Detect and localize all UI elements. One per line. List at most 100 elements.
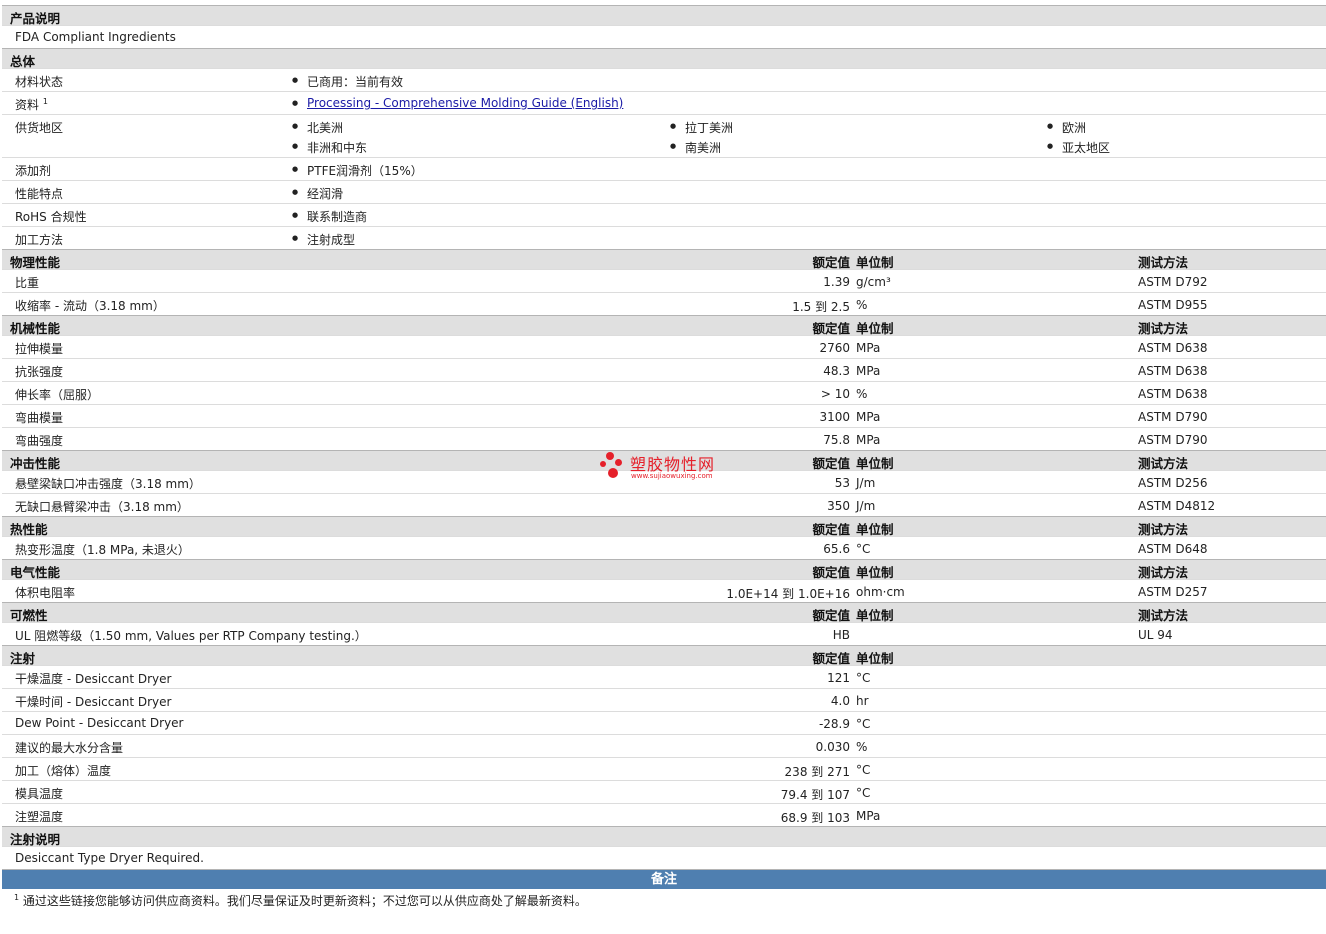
property-label: 热变形温度（1.8 MPa, 未退火） <box>15 543 190 557</box>
section-general: 总体 <box>2 48 1326 69</box>
property-unit: MPa <box>856 809 881 823</box>
property-unit: °C <box>856 542 871 556</box>
property-label: 干燥时间 - Desiccant Dryer <box>15 695 172 709</box>
property-value: 68.9 到 103 <box>780 811 850 825</box>
row-label: 资料 1 <box>15 97 48 112</box>
row-value: 已商用：当前有效 <box>292 73 403 90</box>
test-method: ASTM D792 <box>1138 275 1208 289</box>
property-value: -28.9 <box>818 717 850 731</box>
logo-dot <box>608 468 618 478</box>
section-header: 物理性能 额定值 单位制 测试方法 <box>2 249 1326 270</box>
property-label: UL 阻燃等级（1.50 mm, Values per RTP Company … <box>15 629 367 643</box>
notes-text: 1 通过这些链接您能够访问供应商资料。我们尽量保证及时更新资料；不过您可以从供应… <box>14 893 587 908</box>
property-label: 体积电阻率 <box>15 586 76 600</box>
property-sections: 物理性能 额定值 单位制 测试方法 比重 1.39 g/cm³ ASTM D792 收缩率 - … <box>2 249 1326 826</box>
property-unit: °C <box>856 717 871 731</box>
watermark-logo: 塑胶物性网 www.sujiaowuxing.com <box>600 449 730 485</box>
property-row: 加工（熔体）温度 238 到 271 °C <box>2 757 1326 780</box>
section-header: 可燃性 额定值 单位制 测试方法 <box>2 602 1326 623</box>
property-label: 弯曲强度 <box>15 434 64 448</box>
property-row: Dew Point - Desiccant Dryer -28.9 °C <box>2 711 1326 734</box>
property-unit: hr <box>856 694 869 708</box>
test-method: ASTM D638 <box>1138 364 1208 378</box>
property-value: 0.030 <box>815 740 850 754</box>
row-value: 经润滑 <box>292 185 343 202</box>
property-row: 弯曲模量 3100 MPa ASTM D790 <box>2 404 1326 427</box>
test-method: ASTM D638 <box>1138 387 1208 401</box>
region-item: 非洲和中东 <box>292 139 367 156</box>
property-label: 弯曲模量 <box>15 411 64 425</box>
property-label: 抗张强度 <box>15 365 64 379</box>
property-value: 1.0E+14 到 1.0E+16 <box>726 587 850 601</box>
property-unit: % <box>856 740 868 754</box>
property-row: UL 阻燃等级（1.50 mm, Values per RTP Company … <box>2 622 1326 645</box>
injection-notes-row: Desiccant Type Dryer Required. <box>2 846 1326 869</box>
property-value: 238 到 271 <box>784 765 850 779</box>
property-value: 79.4 到 107 <box>780 788 850 802</box>
property-value: 1.39 <box>823 275 850 289</box>
test-method: ASTM D790 <box>1138 410 1208 424</box>
notes-header: 备注 <box>2 869 1326 889</box>
property-row: 比重 1.39 g/cm³ ASTM D792 <box>2 269 1326 292</box>
material-status-row: 材料状态 已商用：当前有效 <box>2 68 1326 91</box>
property-value: 4.0 <box>830 694 850 708</box>
footnote-marker: 1 <box>14 893 20 902</box>
logo-dot <box>600 461 606 467</box>
property-label: 拉伸模量 <box>15 342 64 356</box>
injection-notes-text: Desiccant Type Dryer Required. <box>15 851 204 865</box>
property-unit: °C <box>856 786 871 800</box>
property-value: 1.5 到 2.5 <box>792 300 850 314</box>
property-row: 弯曲强度 75.8 MPa ASTM D790 <box>2 427 1326 450</box>
property-unit: °C <box>856 763 871 777</box>
property-row: 模具温度 79.4 到 107 °C <box>2 780 1326 803</box>
row-label: 性能特点 <box>15 187 64 201</box>
region-item: 北美洲 <box>292 119 343 136</box>
property-unit: ohm·cm <box>856 585 905 599</box>
property-row: 干燥温度 - Desiccant Dryer 121 °C <box>2 665 1326 688</box>
test-method: ASTM D648 <box>1138 542 1208 556</box>
property-label: 无缺口悬臂梁冲击（3.18 mm） <box>15 500 189 514</box>
test-method: UL 94 <box>1138 628 1173 642</box>
processing-guide-link[interactable]: Processing - Comprehensive Molding Guide… <box>307 96 623 110</box>
property-label: Dew Point - Desiccant Dryer <box>15 716 184 730</box>
property-value: 53 <box>834 476 850 490</box>
test-method: ASTM D790 <box>1138 433 1208 447</box>
section-header: 机械性能 额定值 单位制 测试方法 <box>2 315 1326 336</box>
property-value: 3100 <box>819 410 850 424</box>
row-value: PTFE润滑剂（15%） <box>292 162 423 179</box>
property-label: 收缩率 - 流动（3.18 mm） <box>15 299 165 313</box>
region-item: 欧洲 <box>1047 119 1086 136</box>
row-label: 材料状态 <box>15 75 64 89</box>
property-value: 350 <box>827 499 850 513</box>
property-unit: MPa <box>856 364 881 378</box>
row-value: 联系制造商 <box>292 208 367 225</box>
test-method: ASTM D256 <box>1138 476 1208 490</box>
logo-dot <box>615 459 622 466</box>
property-row: 无缺口悬臂梁冲击（3.18 mm） 350 J/m ASTM D4812 <box>2 493 1326 516</box>
row-label: 供货地区 <box>15 121 64 135</box>
section-header: 热性能 额定值 单位制 测试方法 <box>2 516 1326 537</box>
region-item: 拉丁美洲 <box>670 119 733 136</box>
test-method: ASTM D955 <box>1138 298 1208 312</box>
property-unit: g/cm³ <box>856 275 891 289</box>
property-row: 体积电阻率 1.0E+14 到 1.0E+16 ohm·cm ASTM D257 <box>2 579 1326 602</box>
row-label: RoHS 合规性 <box>15 210 87 224</box>
row-label: 添加剂 <box>15 164 52 178</box>
property-label: 建议的最大水分含量 <box>15 741 124 755</box>
property-row: 抗张强度 48.3 MPa ASTM D638 <box>2 358 1326 381</box>
logo-dot <box>606 452 614 460</box>
property-row: 热变形温度（1.8 MPa, 未退火） 65.6 °C ASTM D648 <box>2 536 1326 559</box>
property-unit: °C <box>856 671 871 685</box>
property-label: 干燥温度 - Desiccant Dryer <box>15 672 172 686</box>
property-unit: MPa <box>856 410 881 424</box>
rohs-row: RoHS 合规性 联系制造商 <box>2 203 1326 226</box>
property-value: HB <box>832 628 850 642</box>
test-method: ASTM D4812 <box>1138 499 1216 513</box>
property-unit: J/m <box>856 499 876 513</box>
section-header: 电气性能 额定值 单位制 测试方法 <box>2 559 1326 580</box>
property-unit: % <box>856 387 868 401</box>
footnote-marker: 1 <box>42 97 48 106</box>
property-unit: MPa <box>856 433 881 447</box>
property-value: 48.3 <box>823 364 850 378</box>
property-label: 加工（熔体）温度 <box>15 764 112 778</box>
